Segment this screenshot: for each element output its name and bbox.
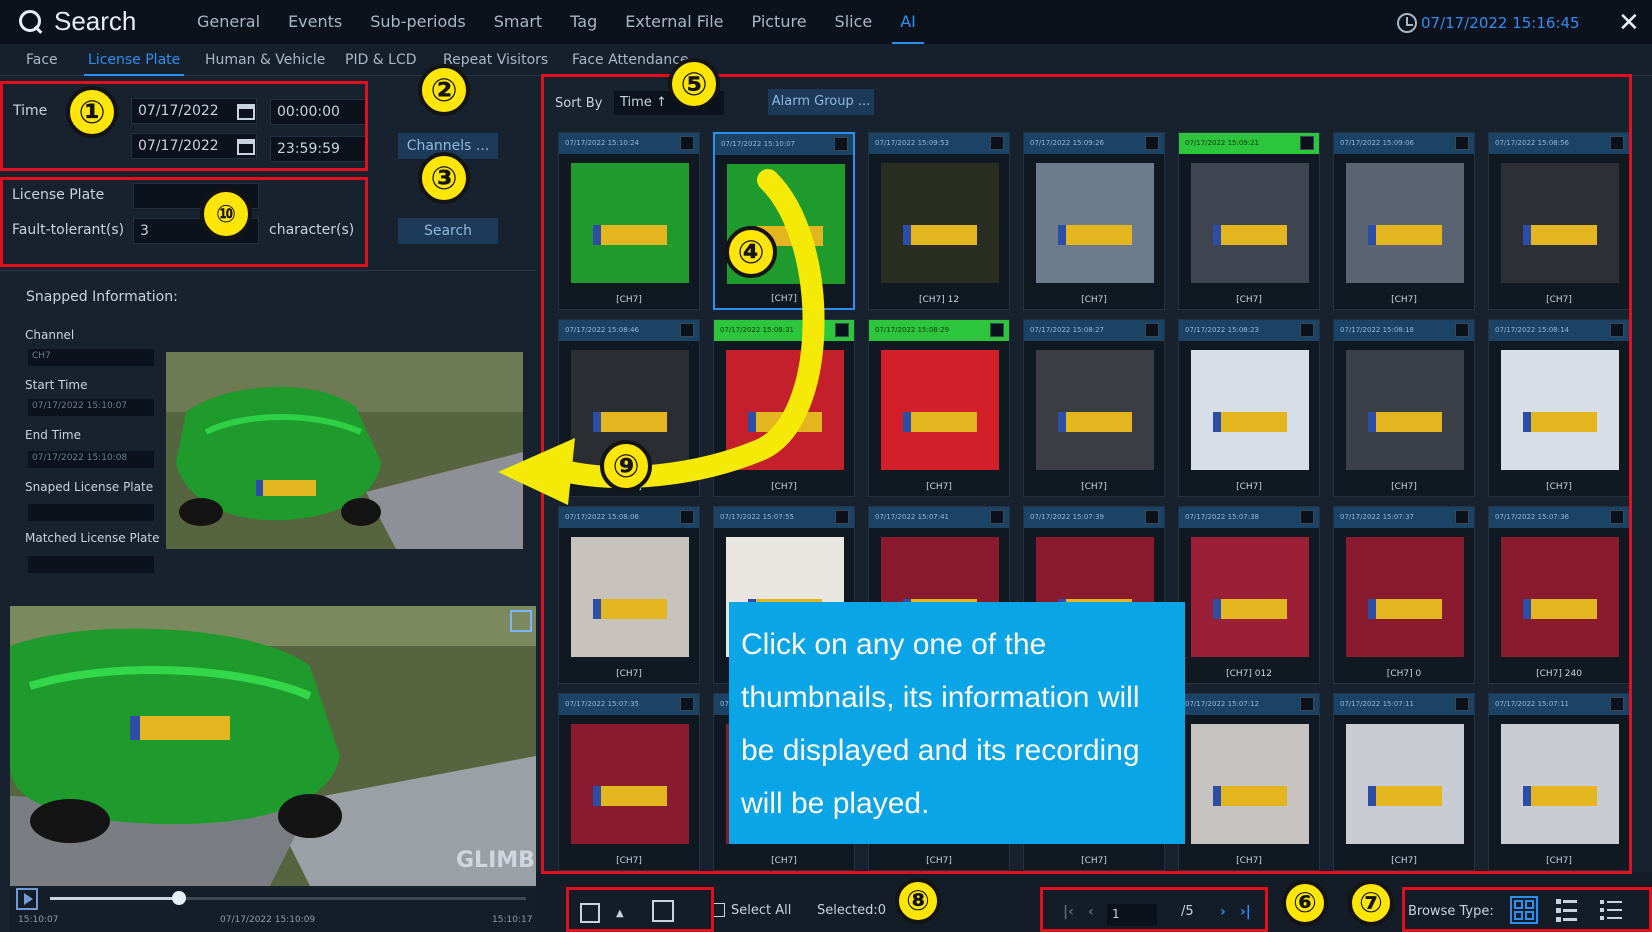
tab-sub-periods[interactable]: Sub-periods bbox=[370, 12, 466, 31]
marker-6: ⑥ bbox=[1282, 880, 1328, 926]
marker-8: ⑧ bbox=[895, 878, 941, 924]
tab-ai[interactable]: AI bbox=[892, 12, 924, 45]
snapped-info-title: Snapped Information: bbox=[26, 289, 178, 305]
ai-subtabs: Face License Plate Human & Vehicle PID &… bbox=[0, 44, 1652, 77]
timeline-track[interactable] bbox=[50, 891, 526, 905]
clock-datetime: 07/17/2022 15:16:45 bbox=[1421, 14, 1580, 32]
snapped-image-art bbox=[166, 352, 523, 549]
start-time-label: Start Time bbox=[25, 378, 88, 392]
system-clock: 07/17/2022 15:16:45 bbox=[1397, 13, 1580, 33]
marker-2: ② bbox=[418, 64, 470, 116]
play-icon[interactable] bbox=[16, 888, 38, 910]
subtab-face-attendance[interactable]: Face Attendance bbox=[572, 52, 689, 68]
main-tabs: General Events Sub-periods Smart Tag Ext… bbox=[197, 12, 944, 45]
tab-tag[interactable]: Tag bbox=[570, 12, 597, 31]
timeline-progress bbox=[50, 897, 179, 900]
snapped-image bbox=[166, 352, 523, 549]
timeline-start: 15:10:07 bbox=[18, 915, 59, 925]
subtab-human-vehicle[interactable]: Human & Vehicle bbox=[205, 52, 325, 68]
marker-5: ⑤ bbox=[668, 58, 720, 110]
timeline-current: 07/17/2022 15:10:09 bbox=[220, 915, 316, 925]
tab-smart[interactable]: Smart bbox=[494, 12, 542, 31]
marker-1: ① bbox=[66, 86, 118, 138]
marker-9: ⑨ bbox=[600, 440, 652, 492]
search-icon bbox=[18, 9, 44, 35]
channel-label: Channel bbox=[25, 328, 75, 342]
marker-7: ⑦ bbox=[1348, 880, 1394, 926]
channel-value: CH7 bbox=[28, 349, 154, 366]
marker-10: ⑩ bbox=[200, 188, 252, 240]
subtab-repeat-visitors[interactable]: Repeat Visitors bbox=[443, 52, 548, 68]
selected-count: Selected:0 bbox=[817, 903, 887, 918]
expand-icon[interactable] bbox=[510, 610, 532, 632]
playback-video[interactable]: GLIMB bbox=[10, 606, 536, 886]
top-nav: Search General Events Sub-periods Smart … bbox=[0, 0, 1652, 45]
tab-picture[interactable]: Picture bbox=[752, 12, 807, 31]
playback-video-art bbox=[10, 606, 536, 886]
annotation-box-actions bbox=[566, 887, 714, 932]
tab-slice[interactable]: Slice bbox=[835, 12, 873, 31]
start-time-value: 07/17/2022 15:10:07 bbox=[28, 399, 154, 416]
marker-3: ③ bbox=[418, 152, 470, 204]
end-time-value: 07/17/2022 15:10:08 bbox=[28, 451, 154, 468]
marker-4: ④ bbox=[725, 226, 777, 278]
divider bbox=[0, 270, 536, 271]
snapped-plate-value bbox=[28, 504, 154, 521]
search-app: Search General Events Sub-periods Smart … bbox=[0, 0, 1652, 932]
clock-icon bbox=[1397, 13, 1417, 33]
brand: Search bbox=[18, 6, 136, 37]
search-button[interactable]: Search bbox=[398, 218, 498, 244]
tab-events[interactable]: Events bbox=[288, 12, 342, 31]
annotation-box-pager bbox=[1040, 887, 1268, 932]
snapped-plate-label: Snaped License Plate bbox=[25, 480, 154, 494]
end-time-label: End Time bbox=[25, 428, 81, 442]
matched-plate-label: Matched License Plate bbox=[25, 531, 160, 545]
close-icon[interactable]: ✕ bbox=[1618, 8, 1640, 38]
subtab-license-plate[interactable]: License Plate bbox=[83, 52, 185, 77]
subtab-face[interactable]: Face bbox=[26, 52, 58, 68]
timeline-end: 15:10:17 bbox=[492, 915, 533, 925]
tab-external-file[interactable]: External File bbox=[625, 12, 723, 31]
video-watermark: GLIMB bbox=[456, 848, 535, 873]
timeline-handle[interactable] bbox=[171, 891, 186, 905]
annotation-box-browse bbox=[1402, 887, 1652, 932]
page-title: Search bbox=[54, 6, 137, 36]
subtab-pid-lcd[interactable]: PID & LCD bbox=[345, 52, 417, 68]
tab-general[interactable]: General bbox=[197, 12, 260, 31]
playback-timeline: 15:10:07 07/17/2022 15:10:09 15:10:17 bbox=[10, 888, 536, 932]
select-all-label: Select All bbox=[731, 903, 792, 918]
annotation-box-plate bbox=[0, 177, 368, 267]
instruction-callout: Click on any one of the thumbnails, its … bbox=[729, 602, 1185, 844]
matched-plate-value bbox=[28, 556, 154, 573]
annotation-box-time bbox=[0, 81, 368, 171]
